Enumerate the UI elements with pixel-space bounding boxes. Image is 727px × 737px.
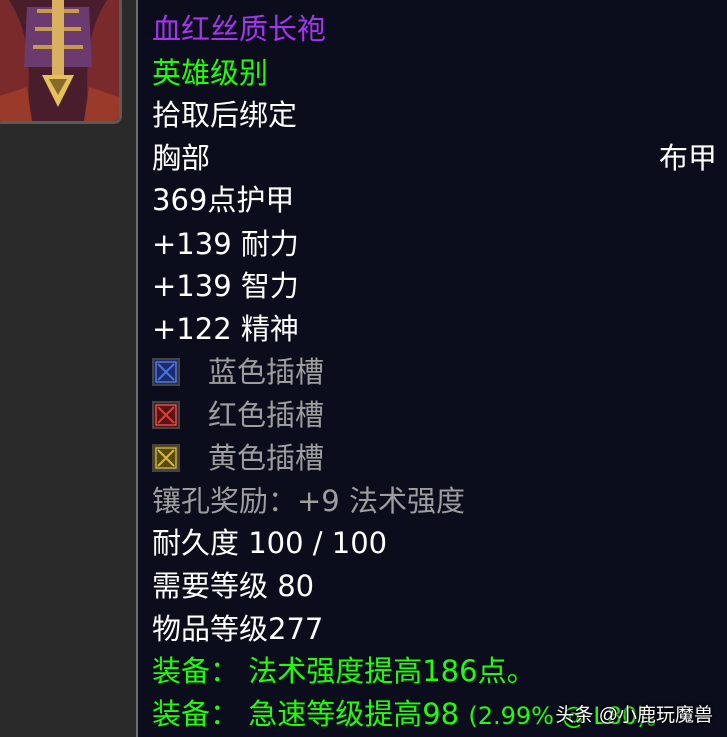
equip-effect-text: 装备： 急速等级提高98 — [152, 697, 469, 731]
socket-bonus: 镶孔奖励：+9 法术强度 — [152, 484, 465, 518]
socket-label: 红色插槽 — [208, 398, 325, 432]
socket-row: 红色插槽 — [152, 397, 324, 433]
required-level: 需要等级 80 — [152, 569, 315, 603]
red-socket-icon — [152, 401, 180, 429]
blue-socket-icon — [152, 358, 180, 386]
robe-icon[interactable] — [0, 0, 122, 124]
stat-line: +122 精神 — [152, 312, 299, 346]
stat-line: +139 智力 — [152, 269, 299, 303]
equip-effect: 装备： 法术强度提高186点。 — [152, 654, 536, 688]
durability: 耐久度 100 / 100 — [152, 526, 388, 560]
watermark: 头条 @小鹿玩魔兽 — [555, 705, 713, 726]
socket-row: 蓝色插槽 — [152, 354, 324, 390]
item-name: 血红丝质长袍 — [152, 12, 327, 46]
equip-slot: 胸部 — [152, 141, 211, 175]
armor-type: 布甲 — [658, 141, 717, 175]
yellow-socket-icon — [152, 444, 180, 472]
stat-line: +139 耐力 — [152, 227, 299, 261]
left-panel — [0, 0, 136, 737]
socket-label: 蓝色插槽 — [208, 355, 325, 389]
armor-value: 369点护甲 — [152, 183, 295, 217]
item-level: 物品等级277 — [152, 612, 324, 646]
socket-row: 黄色插槽 — [152, 440, 324, 476]
binding-text: 拾取后绑定 — [152, 98, 298, 132]
item-quality: 英雄级别 — [152, 56, 269, 90]
socket-label: 黄色插槽 — [208, 441, 325, 475]
item-tooltip: 血红丝质长袍 英雄级别 拾取后绑定 胸部 布甲 369点护甲 +139 耐力 +… — [136, 0, 727, 737]
